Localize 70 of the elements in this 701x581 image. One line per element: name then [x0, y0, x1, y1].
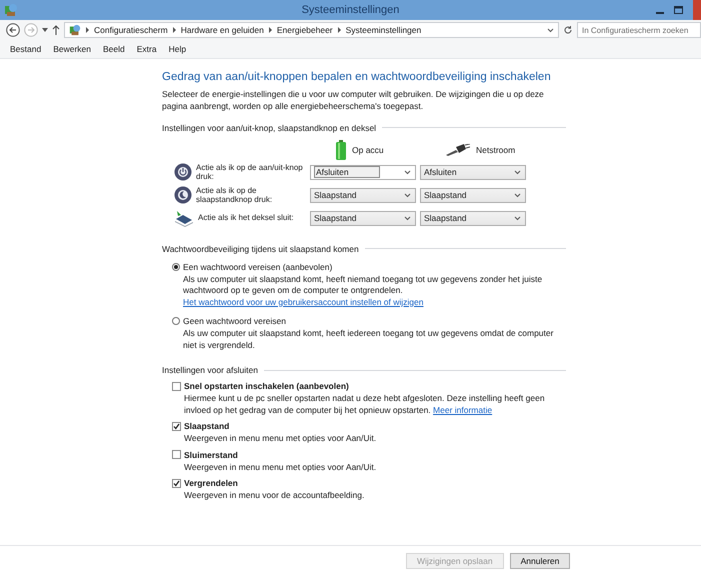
chevron-down-icon: [514, 192, 521, 198]
checkbox[interactable]: [172, 382, 181, 391]
address-bar[interactable]: Configuratiescherm Hardware en geluiden Energiebeheer Systeeminstellingen: [64, 22, 559, 38]
back-icon[interactable]: [6, 23, 20, 37]
section-title: Instellingen voor afsluiten: [162, 365, 258, 376]
chevron-down-icon: [404, 216, 411, 221]
maximize-icon[interactable]: [674, 6, 683, 14]
menu-item[interactable]: Bestand: [10, 44, 42, 54]
search-field[interactable]: In Configuratiescherm zoeken: [577, 22, 701, 38]
option-description: Als uw computer uit slaapstand komt, heeft niemand toegang tot uw gegevens zonder het juiste wachtwoord op te geven om de computer te ontgrendelen. Het wachtwoord voor uw gebruikersaccount instellen of wijzigen: [183, 274, 544, 308]
menu-item[interactable]: Beeld: [103, 44, 125, 54]
option-description: Hiermee kunt u de pc sneller opstarten nadat u deze hebt afgesloten. Deze instelling heeft geen invloed op het gedrag van de computer bij het opnieuw opstarten. Meer informatie: [184, 393, 546, 416]
setting-label: Actie als ik op de slaapstandknop druk:: [196, 186, 274, 205]
menu-item[interactable]: Extra: [136, 44, 157, 54]
section-title: Instellingen voor aan/uit-knop, slaapstandknop en deksel: [162, 122, 376, 133]
power-icon: [174, 163, 192, 182]
chevron-down-icon: [404, 192, 411, 198]
up-arrow-icon[interactable]: [52, 25, 60, 35]
breadcrumb-item[interactable]: Energiebeheer: [276, 25, 333, 35]
page-heading: Gedrag van aan/uit-knoppen bepalen en wachtwoordbeveiliging inschakelen: [162, 71, 552, 83]
action-dropdown[interactable]: Slaapstand: [420, 188, 526, 203]
refresh-icon[interactable]: [563, 25, 573, 35]
separator-icon: [86, 27, 89, 33]
setting-label: Actie als ik het deksel sluit:: [198, 213, 295, 224]
radio-button[interactable]: [172, 262, 180, 271]
settings-link[interactable]: Het wachtwoord voor uw gebruikersaccount instellen of wijzigen: [183, 296, 424, 307]
action-dropdown[interactable]: Slaapstand: [420, 210, 526, 226]
setting-label: Actie als ik op de aan/uit-knop druk:: [196, 162, 304, 182]
option-description: Weergeven in menu voor de accountafbeelding.: [184, 490, 366, 502]
column-header: Netstroom: [476, 144, 516, 155]
checkbox[interactable]: [172, 422, 181, 431]
section-title: Wachtwoordbeveiliging tijdens uit slaapstand komen: [162, 244, 359, 254]
option-label[interactable]: Vergrendelen: [184, 478, 238, 488]
option-label[interactable]: Een wachtwoord vereisen (aanbevolen): [183, 262, 332, 272]
chevron-down-icon: [514, 170, 521, 175]
separator-icon: [338, 27, 341, 33]
option-description: Weergeven in menu menu met opties voor Aan/Uit.: [184, 433, 378, 445]
menu-item[interactable]: Bewerken: [53, 44, 92, 54]
checkbox[interactable]: [172, 450, 181, 460]
plug-icon: [446, 144, 470, 156]
info-link[interactable]: Meer informatie: [433, 404, 492, 415]
option-label[interactable]: Sluimerstand: [184, 450, 238, 460]
radio-button[interactable]: [172, 317, 180, 326]
option-description: Als uw computer uit slaapstand komt, heeft iedereen toegang tot uw gegevens omdat de computer niet is vergrendeld.: [183, 328, 554, 352]
battery-icon: [336, 140, 346, 160]
chevron-down-icon: [404, 170, 411, 175]
breadcrumb-item[interactable]: Systeeminstellingen: [346, 25, 422, 35]
laptop-icon: [174, 209, 194, 228]
breadcrumb-item[interactable]: Hardware en geluiden: [180, 25, 264, 35]
separator-icon: [172, 27, 176, 33]
cancel-button[interactable]: Annuleren: [510, 553, 570, 569]
option-description: Weergeven in menu menu met opties voor Aan/Uit.: [184, 462, 378, 473]
option-label[interactable]: Slaapstand: [184, 421, 230, 432]
separator-icon: [268, 27, 272, 33]
action-dropdown[interactable]: Afsluiten: [420, 164, 526, 180]
option-label[interactable]: Geen wachtwoord vereisen: [183, 316, 286, 326]
moon-icon: [174, 186, 192, 204]
intro-text: Selecteer de energie-instellingen die u voor uw computer wilt gebruiken. De wijzigingen die u op deze pagina aanbrengt, worden op alle energiebeheerschema's toegepast.: [162, 89, 545, 113]
breadcrumb-item[interactable]: Configuratiescherm: [94, 25, 168, 35]
window-title: Systeeminstellingen: [302, 4, 400, 16]
column-header: Op accu: [352, 144, 384, 155]
dropdown-icon[interactable]: [42, 28, 48, 32]
menu-item[interactable]: Help: [168, 44, 186, 54]
chevron-down-icon: [514, 216, 521, 221]
chevron-down-icon: [547, 28, 554, 32]
action-dropdown[interactable]: Slaapstand: [310, 188, 416, 203]
action-dropdown[interactable]: Slaapstand: [310, 210, 416, 226]
checkbox[interactable]: [172, 478, 181, 488]
option-label[interactable]: Snel opstarten inschakelen (aanbevolen): [184, 381, 349, 392]
action-dropdown[interactable]: Afsluiten: [310, 164, 416, 180]
